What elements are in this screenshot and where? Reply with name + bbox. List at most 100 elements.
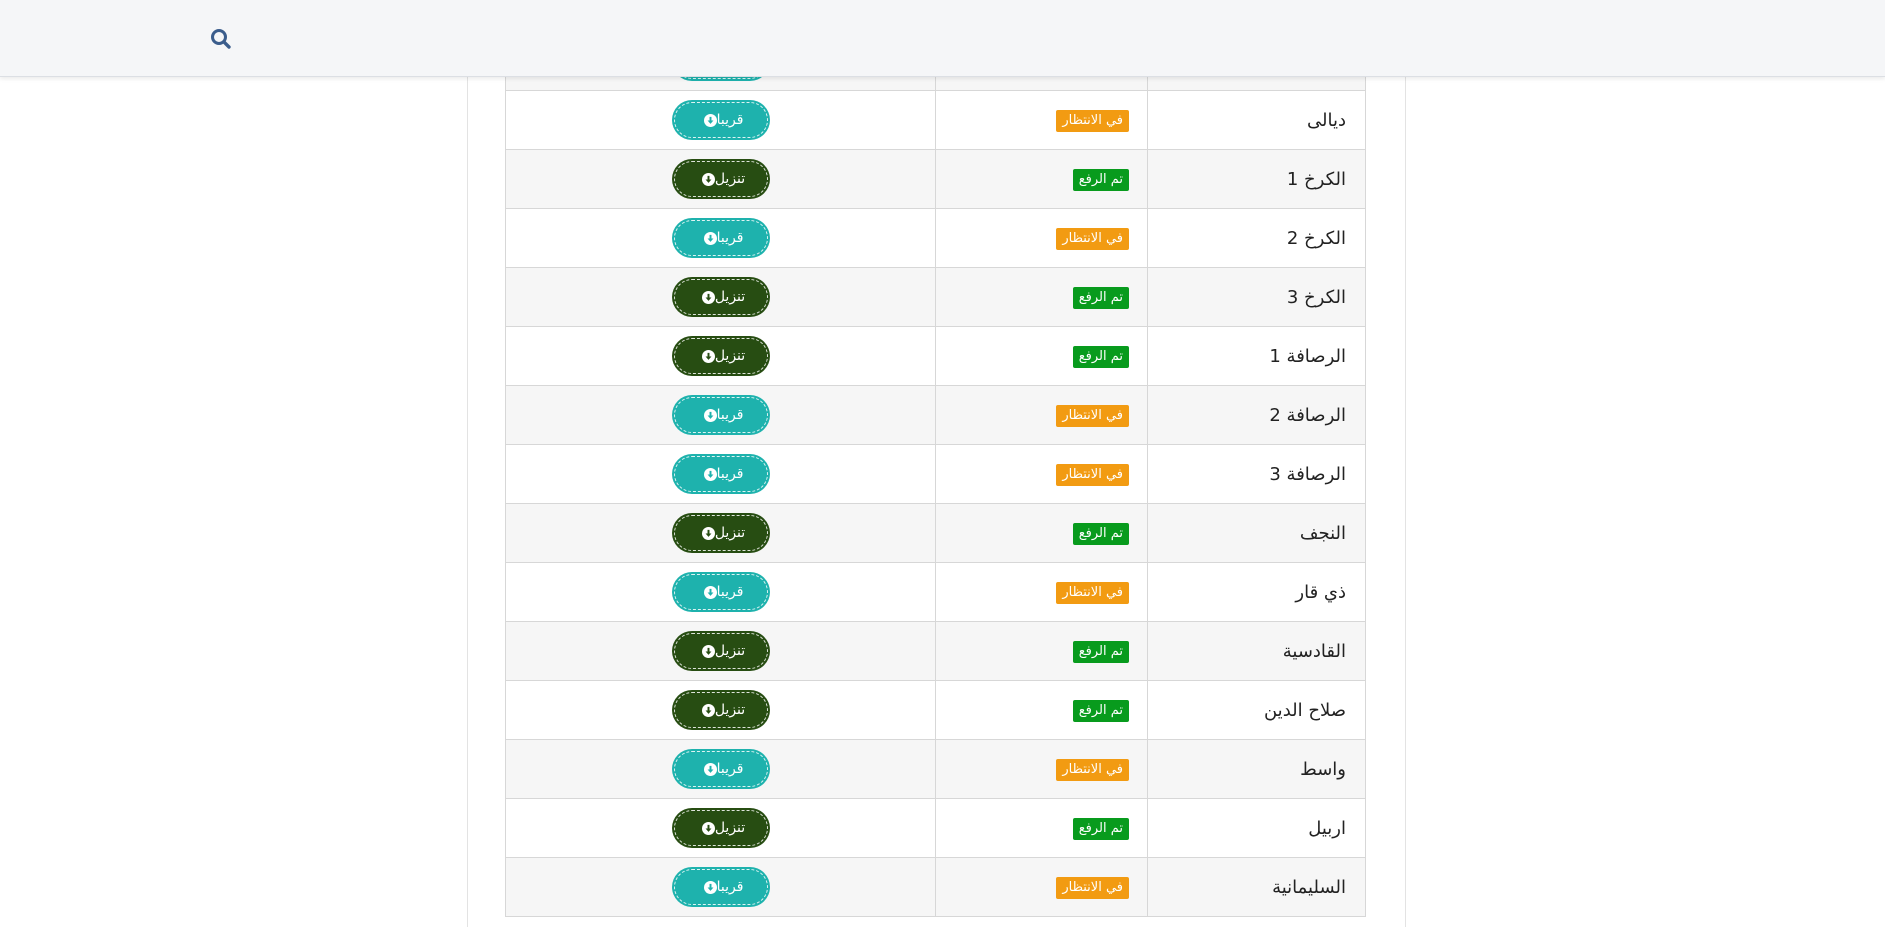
arrow-circle-down-icon: [701, 172, 715, 186]
arrow-circle-down-icon: [703, 231, 717, 245]
download-button[interactable]: تنزيل: [673, 161, 768, 197]
soon-button[interactable]: قريبا: [673, 574, 768, 610]
status-badge: تم الرفع: [1072, 522, 1129, 545]
status-cell: تم الرفع: [935, 680, 1148, 740]
action-label: تنزيل: [714, 702, 746, 718]
regions-table-wrapper: نينوىفي الانتظارقريباديالىفي الانتظارقري…: [505, 31, 1366, 917]
status-badge: في الانتظار: [1056, 581, 1129, 604]
region-name: اربيل: [1147, 798, 1366, 858]
download-button[interactable]: تنزيل: [673, 810, 768, 846]
soon-button[interactable]: قريبا: [673, 397, 768, 433]
table-row: الكرخ 3 تم الرفع تنزيل: [505, 267, 1366, 327]
region-name: الرصافة 3: [1147, 444, 1366, 504]
status-cell: في الانتظار: [935, 444, 1148, 504]
region-name: واسط: [1147, 739, 1366, 799]
action-label: قريبا: [716, 112, 744, 128]
status-badge: في الانتظار: [1056, 463, 1129, 486]
region-name: النجف: [1147, 503, 1366, 563]
status-cell: في الانتظار: [935, 562, 1148, 622]
region-name: القادسية: [1147, 621, 1366, 681]
status-cell: في الانتظار: [935, 208, 1148, 268]
arrow-circle-down-icon: [703, 467, 717, 481]
action-label: تنزيل: [714, 171, 746, 187]
region-name: الرصافة 1: [1147, 326, 1366, 386]
action-label: قريبا: [716, 879, 744, 895]
action-label: قريبا: [716, 407, 744, 423]
search-icon[interactable]: [209, 27, 233, 51]
arrow-circle-down-icon: [703, 880, 717, 894]
page: نينوىفي الانتظارقريباديالىفي الانتظارقري…: [0, 0, 1885, 927]
region-name: الكرخ 3: [1147, 267, 1366, 327]
soon-button[interactable]: قريبا: [673, 869, 768, 905]
action-cell: قريبا: [505, 90, 936, 150]
status-badge: في الانتظار: [1056, 109, 1129, 132]
download-button[interactable]: تنزيل: [673, 338, 768, 374]
action-cell: قريبا: [505, 739, 936, 799]
arrow-circle-down-icon: [703, 113, 717, 127]
download-button[interactable]: تنزيل: [673, 515, 768, 551]
action-cell: تنزيل: [505, 503, 936, 563]
region-name: صلاح الدين: [1147, 680, 1366, 740]
status-badge: في الانتظار: [1056, 404, 1129, 427]
action-cell: قريبا: [505, 562, 936, 622]
status-badge: في الانتظار: [1056, 758, 1129, 781]
table-row: الرصافة 2 في الانتظار قريبا: [505, 385, 1366, 445]
regions-table: نينوىفي الانتظارقريباديالىفي الانتظارقري…: [505, 31, 1366, 917]
status-cell: تم الرفع: [935, 621, 1148, 681]
status-badge: تم الرفع: [1072, 345, 1129, 368]
download-button[interactable]: تنزيل: [673, 692, 768, 728]
status-cell: في الانتظار: [935, 385, 1148, 445]
download-button[interactable]: تنزيل: [673, 633, 768, 669]
region-name: ذي قار: [1147, 562, 1366, 622]
action-cell: تنزيل: [505, 798, 936, 858]
table-row: واسط في الانتظار قريبا: [505, 739, 1366, 799]
status-badge: تم الرفع: [1072, 699, 1129, 722]
status-cell: تم الرفع: [935, 149, 1148, 209]
arrow-circle-down-icon: [701, 290, 715, 304]
status-cell: في الانتظار: [935, 739, 1148, 799]
status-cell: تم الرفع: [935, 503, 1148, 563]
arrow-circle-down-icon: [701, 526, 715, 540]
soon-button[interactable]: قريبا: [673, 220, 768, 256]
action-cell: تنزيل: [505, 326, 936, 386]
region-name: الكرخ 2: [1147, 208, 1366, 268]
action-cell: تنزيل: [505, 267, 936, 327]
action-label: قريبا: [716, 466, 744, 482]
action-cell: قريبا: [505, 444, 936, 504]
arrow-circle-down-icon: [703, 762, 717, 776]
action-cell: قريبا: [505, 857, 936, 917]
action-label: تنزيل: [714, 643, 746, 659]
status-cell: تم الرفع: [935, 267, 1148, 327]
table-row: ذي قار في الانتظار قريبا: [505, 562, 1366, 622]
soon-button[interactable]: قريبا: [673, 102, 768, 138]
download-button[interactable]: تنزيل: [673, 279, 768, 315]
status-badge: تم الرفع: [1072, 168, 1129, 191]
soon-button[interactable]: قريبا: [673, 456, 768, 492]
status-cell: تم الرفع: [935, 326, 1148, 386]
table-row: الرصافة 1 تم الرفع تنزيل: [505, 326, 1366, 386]
status-badge: في الانتظار: [1056, 227, 1129, 250]
action-label: تنزيل: [714, 348, 746, 364]
status-badge: تم الرفع: [1072, 817, 1129, 840]
action-cell: قريبا: [505, 208, 936, 268]
top-navbar: [0, 0, 1885, 77]
arrow-circle-down-icon: [701, 349, 715, 363]
regions-table-body: نينوىفي الانتظارقريباديالىفي الانتظارقري…: [505, 31, 1366, 917]
table-row: اربيل تم الرفع تنزيل: [505, 798, 1366, 858]
table-row: الكرخ 1 تم الرفع تنزيل: [505, 149, 1366, 209]
table-row: القادسية تم الرفع تنزيل: [505, 621, 1366, 681]
arrow-circle-down-icon: [701, 644, 715, 658]
action-label: تنزيل: [714, 525, 746, 541]
action-cell: تنزيل: [505, 621, 936, 681]
table-row: النجف تم الرفع تنزيل: [505, 503, 1366, 563]
table-row: السليمانية في الانتظار قريبا: [505, 857, 1366, 917]
arrow-circle-down-icon: [703, 408, 717, 422]
status-cell: في الانتظار: [935, 90, 1148, 150]
soon-button[interactable]: قريبا: [673, 751, 768, 787]
action-label: قريبا: [716, 230, 744, 246]
action-cell: تنزيل: [505, 680, 936, 740]
action-cell: تنزيل: [505, 149, 936, 209]
action-label: قريبا: [716, 584, 744, 600]
arrow-circle-down-icon: [703, 585, 717, 599]
action-label: قريبا: [716, 761, 744, 777]
